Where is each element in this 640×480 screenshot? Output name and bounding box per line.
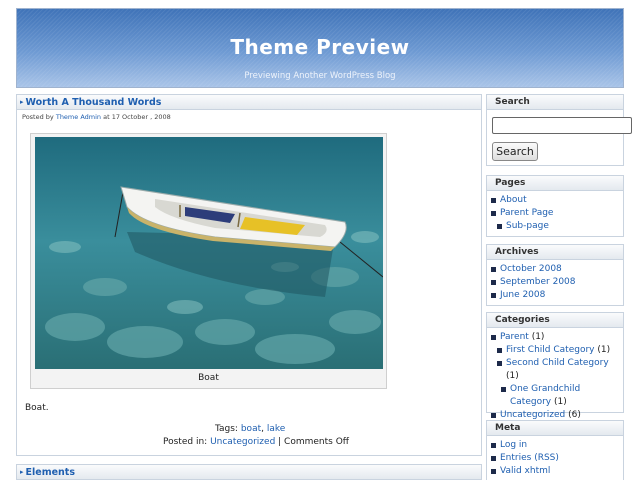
meta-link-valid-xhtml[interactable]: Valid xhtml <box>500 466 550 476</box>
list-item: Parent Page <box>490 207 623 220</box>
meta-prefix: Posted by <box>22 113 54 121</box>
post-header: ▸ Elements <box>17 465 481 480</box>
list-item: Valid xhtml <box>490 465 623 478</box>
list-item: October 2008 <box>490 263 623 276</box>
widget-title: Archives <box>487 245 623 260</box>
category-link-uncategorized[interactable]: Uncategorized <box>500 410 565 420</box>
author-link[interactable]: Theme Admin <box>56 113 101 121</box>
post-title-link[interactable]: Worth A Thousand Words <box>26 97 162 108</box>
meta-date: at 17 October , 2008 <box>103 113 171 121</box>
category-link-second-child[interactable]: Second Child Category <box>506 358 609 368</box>
list-item: Log in <box>490 439 623 452</box>
widget-title: Search <box>487 95 623 110</box>
site-header: Theme Preview Previewing Another WordPre… <box>16 8 624 88</box>
category-count: (1) <box>506 371 519 381</box>
archive-link-june-2008[interactable]: June 2008 <box>500 290 545 300</box>
widget-categories: Categories Parent (1) First Child Catego… <box>486 312 624 420</box>
post-title-link[interactable]: Elements <box>26 467 76 478</box>
list-item: One Grandchild Category (1) <box>490 383 623 409</box>
meta-link-log-in[interactable]: Log in <box>500 440 527 450</box>
list-item: September 2008 <box>490 276 623 289</box>
widget-search: Search Search <box>486 94 632 166</box>
site-description: Previewing Another WordPress Blog <box>244 71 396 81</box>
post-categories: Posted in: Uncategorized | Comments Off <box>163 437 349 447</box>
archive-link-september-2008[interactable]: September 2008 <box>500 277 576 287</box>
comments-status: | Comments Off <box>278 437 349 447</box>
list-item: Sub-page <box>490 220 623 233</box>
list-item: Entries (RSS) <box>490 452 623 465</box>
category-count: (6) <box>568 410 581 420</box>
post-meta: Posted by Theme Admin at 17 October , 20… <box>17 110 481 124</box>
category-link-parent[interactable]: Parent <box>500 332 529 342</box>
widget-pages: Pages About Parent Page Sub-page <box>486 175 624 237</box>
page-link-about[interactable]: About <box>500 195 527 205</box>
archive-link-october-2008[interactable]: October 2008 <box>500 264 562 274</box>
category-link-grandchild[interactable]: One Grandchild Category <box>510 384 580 407</box>
list-item: First Child Category (1) <box>490 344 623 357</box>
site-title[interactable]: Theme Preview <box>17 35 623 59</box>
list-item: June 2008 <box>490 289 623 302</box>
tag-link-lake[interactable]: lake <box>267 424 285 434</box>
widget-title: Categories <box>487 313 623 328</box>
list-item: Parent (1) <box>490 331 623 344</box>
post-body: Boat. <box>25 403 49 413</box>
widget-title: Pages <box>487 176 623 191</box>
list-item: Second Child Category (1) <box>490 357 623 383</box>
search-button[interactable]: Search <box>492 142 538 161</box>
category-count: (1) <box>554 397 567 407</box>
category-link[interactable]: Uncategorized <box>210 437 275 447</box>
post-tags: Tags: boat, lake <box>215 424 286 434</box>
pages-list: About Parent Page Sub-page <box>487 191 623 233</box>
image-caption: Boat <box>198 373 219 383</box>
arrow-icon: ▸ <box>20 98 24 106</box>
arrow-icon: ▸ <box>20 468 24 476</box>
page-link-sub-page[interactable]: Sub-page <box>506 221 549 231</box>
tags-label: Tags: <box>215 424 238 434</box>
category-link-first-child[interactable]: First Child Category <box>506 345 594 355</box>
boat-photo[interactable] <box>35 137 383 369</box>
tag-link-boat[interactable]: boat <box>241 424 261 434</box>
widget-archives: Archives October 2008 September 2008 Jun… <box>486 244 624 306</box>
post-header: ▸ Worth A Thousand Words <box>17 95 481 110</box>
boat-image <box>35 137 383 369</box>
post-elements: ▸ Elements <box>16 464 482 480</box>
category-count: (1) <box>597 345 611 355</box>
meta-list: Log in Entries (RSS) Valid xhtml <box>487 436 623 478</box>
image-figure: Boat <box>30 133 387 389</box>
archives-list: October 2008 September 2008 June 2008 <box>487 260 623 302</box>
list-item: About <box>490 194 623 207</box>
search-input[interactable] <box>492 117 632 134</box>
category-count: (1) <box>531 332 545 342</box>
widget-title: Meta <box>487 421 623 436</box>
categories-list: Parent (1) First Child Category (1) Seco… <box>487 328 623 422</box>
meta-link-entries-rss[interactable]: Entries (RSS) <box>500 453 559 463</box>
page-link-parent-page[interactable]: Parent Page <box>500 208 553 218</box>
posted-in-label: Posted in: <box>163 437 208 447</box>
widget-meta: Meta Log in Entries (RSS) Valid xhtml <box>486 420 624 480</box>
